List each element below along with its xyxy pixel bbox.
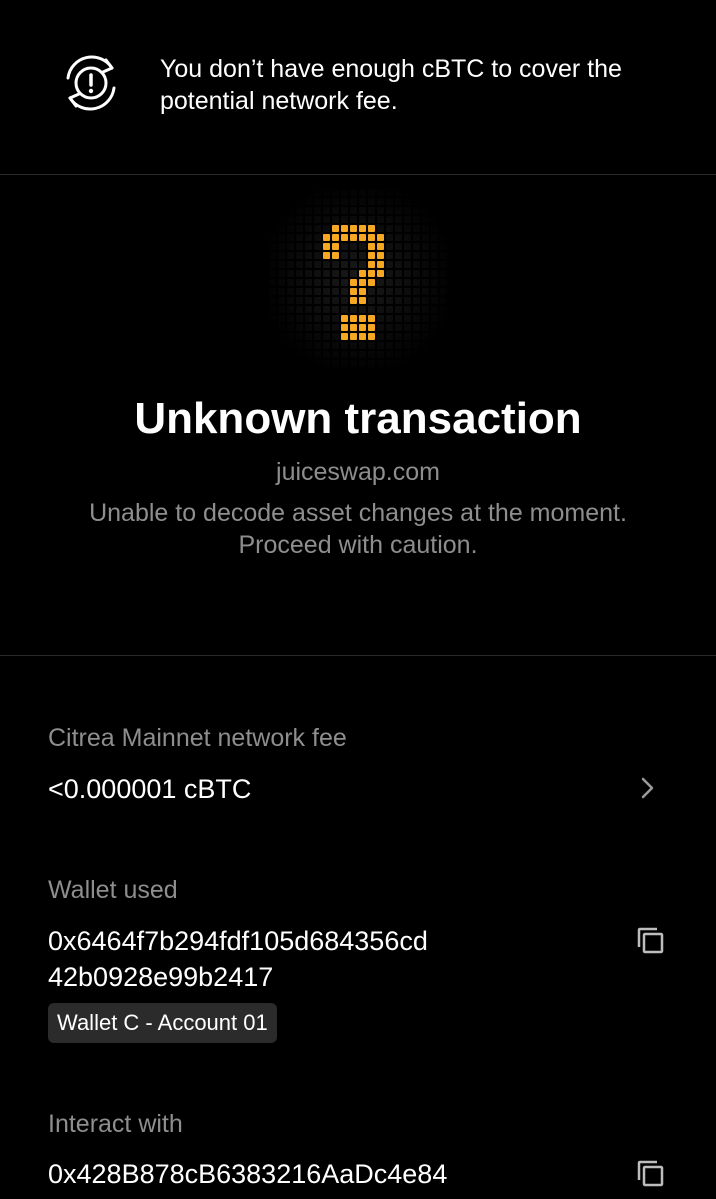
- contract-address: 0x428B878cB6383216AaDc4e84: [48, 1159, 448, 1189]
- copy-icon[interactable]: [636, 1159, 666, 1189]
- origin-site: juiceswap.com: [276, 458, 440, 486]
- warning-message: You don’t have enough cBTC to cover the …: [160, 55, 622, 115]
- wallet-address-line-2: 42b0928e99b2417: [48, 962, 274, 992]
- transaction-description: Unable to decode asset changes at the mo…: [89, 499, 627, 559]
- interact-with-label: Interact with: [48, 1110, 183, 1138]
- transaction-title: Unknown transaction: [134, 394, 582, 443]
- divider: [0, 174, 716, 175]
- pixel-question-mark-icon: [268, 188, 448, 368]
- chevron-right-icon[interactable]: [636, 774, 660, 802]
- network-fee-value[interactable]: <0.000001 cBTC: [48, 771, 251, 807]
- divider: [0, 655, 716, 656]
- warning-banner: You don’t have enough cBTC to cover the …: [0, 0, 716, 174]
- wallet-address-line-1: 0x6464f7b294fdf105d684356cd: [48, 926, 428, 956]
- copy-icon[interactable]: [636, 926, 666, 956]
- network-fee-label: Citrea Mainnet network fee: [48, 724, 347, 752]
- wallet-used-label: Wallet used: [48, 876, 178, 904]
- warning-circle-icon: [66, 55, 116, 111]
- account-name-badge: Wallet C - Account 01: [48, 1003, 277, 1043]
